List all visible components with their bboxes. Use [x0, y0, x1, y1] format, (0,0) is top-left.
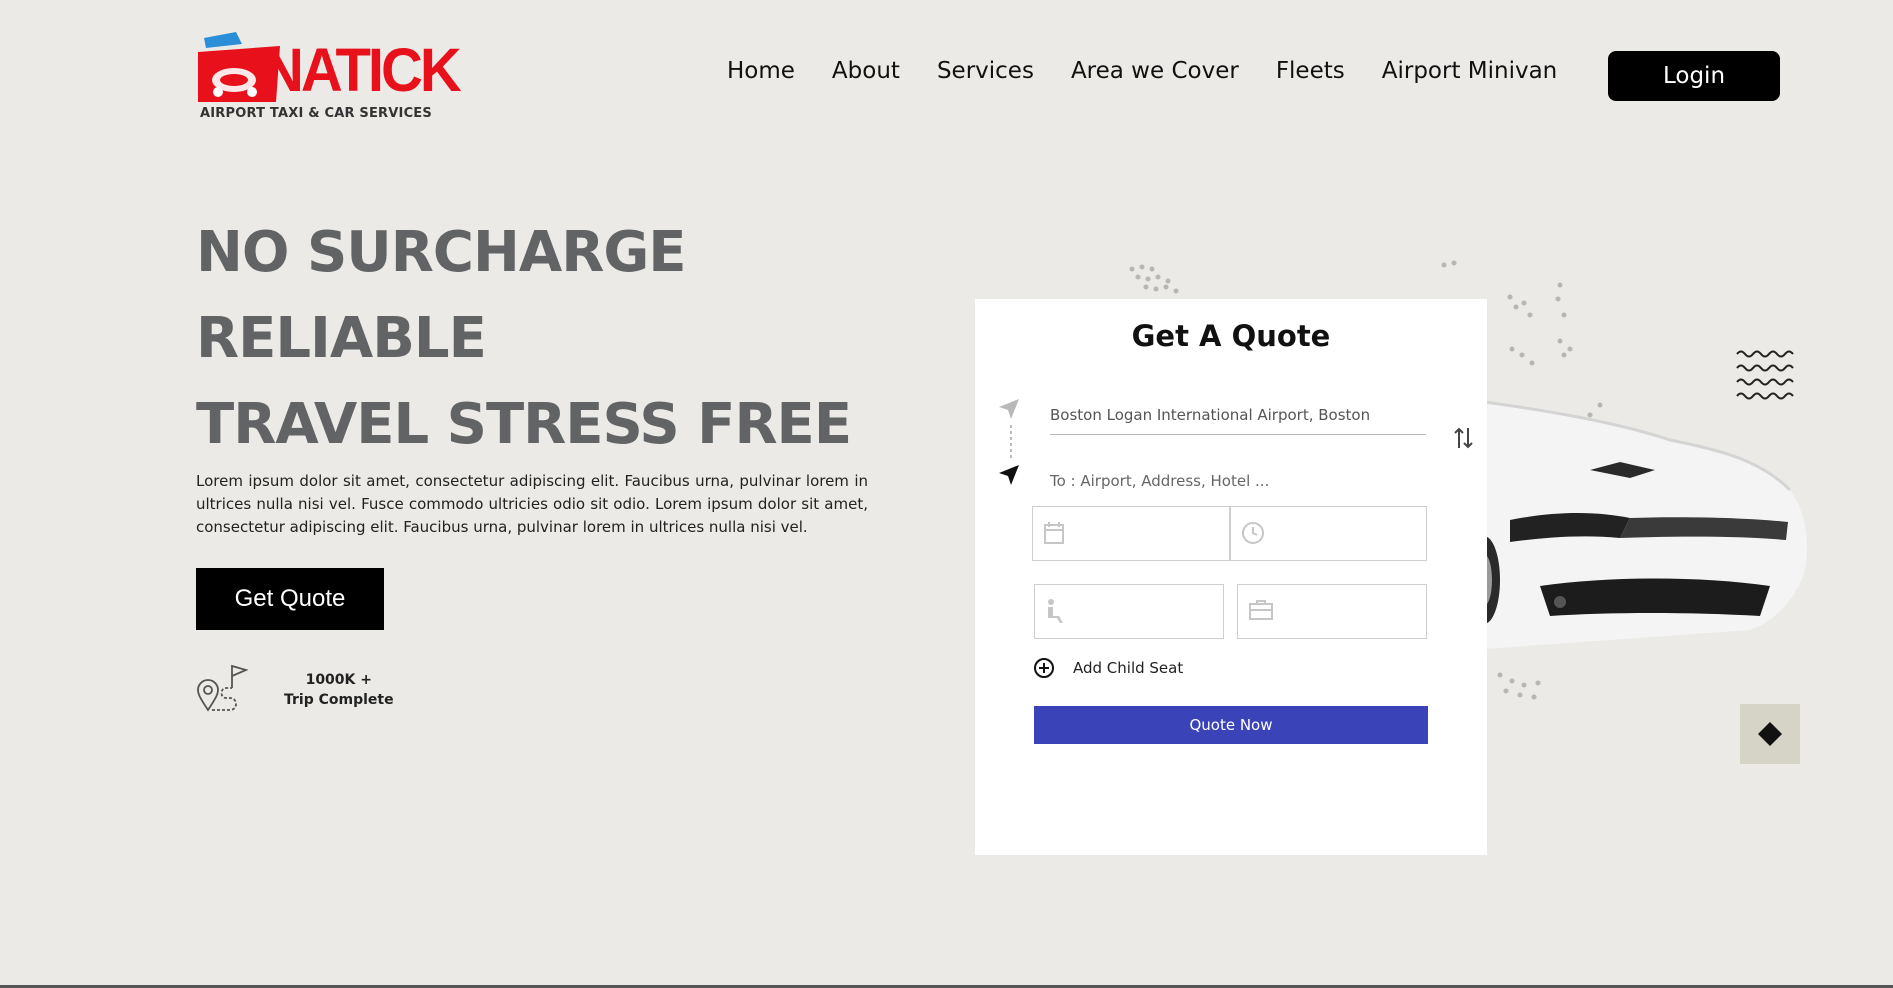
car-image — [1470, 398, 1807, 650]
to-location-input[interactable]: To : Airport, Address, Hotel ... — [1050, 461, 1426, 501]
get-quote-button[interactable]: Get Quote — [196, 568, 384, 630]
trip-stats: 1000K + Trip Complete — [196, 664, 394, 716]
nav-home[interactable]: Home — [727, 58, 795, 84]
logo-tagline: AIRPORT TAXI & CAR SERVICES — [200, 106, 432, 121]
clock-icon — [1242, 522, 1264, 544]
diamond-icon — [1758, 722, 1782, 746]
hero-headline: NO SURCHARGE RELIABLE TRAVEL STRESS FREE — [196, 210, 852, 468]
hero-paragraph: Lorem ipsum dolor sit amet, consectetur … — [196, 472, 868, 536]
stat-value: 1000K + — [305, 672, 372, 688]
from-location-input[interactable]: Boston Logan International Airport, Bost… — [1050, 395, 1426, 435]
seat-passenger-icon — [1048, 599, 1063, 623]
login-button[interactable]: Login — [1608, 51, 1780, 101]
passengers-field[interactable] — [1034, 584, 1224, 639]
nav-airport-minivan[interactable]: Airport Minivan — [1382, 58, 1558, 84]
date-field[interactable] — [1032, 506, 1230, 561]
plus-circle-icon — [1034, 658, 1054, 678]
quote-card-title: Get A Quote — [1131, 319, 1331, 353]
add-child-seat-toggle[interactable]: Add Child Seat — [1033, 657, 1183, 679]
stat-label: Trip Complete — [284, 692, 394, 708]
hero-line-2: RELIABLE — [196, 306, 487, 371]
calendar-icon — [1044, 522, 1064, 544]
route-pin-flag-icon — [197, 664, 248, 712]
nav-about[interactable]: About — [832, 58, 900, 84]
quote-card: Get A Quote Boston Logan International A… — [975, 299, 1487, 855]
nav-area-we-cover[interactable]: Area we Cover — [1071, 58, 1239, 84]
logo-wordmark: NATICK — [262, 36, 462, 105]
add-child-seat-label: Add Child Seat — [1073, 659, 1184, 677]
nav-fleets[interactable]: Fleets — [1276, 58, 1345, 84]
time-field[interactable] — [1230, 506, 1427, 561]
navigation-arrow-icon — [999, 399, 1019, 419]
scroll-to-top-button[interactable] — [1740, 704, 1800, 764]
route-dotted-line — [1010, 425, 1012, 459]
navigation-arrow-icon — [999, 465, 1019, 485]
luggage-field[interactable] — [1237, 584, 1427, 639]
nav-services[interactable]: Services — [937, 58, 1034, 84]
hero-line-1: NO SURCHARGE — [196, 220, 687, 285]
brand-logo[interactable]: NATICK AIRPORT TAXI & CAR SERVICES — [196, 30, 462, 126]
quote-now-button[interactable]: Quote Now — [1034, 706, 1428, 744]
swap-vertical-icon[interactable] — [1453, 426, 1475, 450]
stat-block: 1000K + Trip Complete — [284, 670, 394, 710]
main-nav: Home About Services Area we Cover Fleets… — [727, 58, 1594, 84]
hero-line-3: TRAVEL STRESS FREE — [196, 392, 852, 457]
luggage-icon — [1249, 600, 1273, 620]
